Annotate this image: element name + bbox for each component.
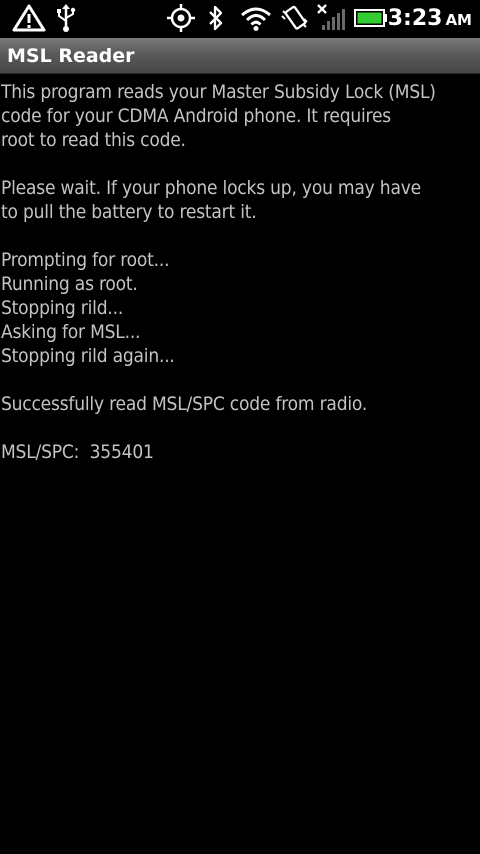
usb-icon: [54, 3, 78, 33]
wait-text: Please wait. If your phone locks up, you…: [1, 177, 421, 223]
msl-result-value: 355401: [89, 441, 154, 463]
wifi-icon: [240, 3, 272, 33]
gps-icon: [166, 3, 196, 33]
clock-ampm: AM: [445, 11, 472, 29]
log-line: Prompting for root...: [1, 249, 170, 271]
main-content: This program reads your Master Subsidy L…: [1, 80, 479, 464]
vibrate-icon: [280, 3, 310, 33]
msl-result: MSL/SPC: 355401: [1, 440, 479, 464]
log-line: Stopping rild again...: [1, 345, 175, 367]
clock-time: 3:23: [387, 6, 443, 31]
msl-result-label: MSL/SPC:: [1, 441, 80, 463]
log-line: Running as root.: [1, 273, 138, 295]
intro-text: This program reads your Master Subsidy L…: [1, 81, 436, 151]
log-line: Stopping rild...: [1, 297, 124, 319]
app-title: MSL Reader: [7, 45, 135, 67]
bluetooth-icon: [206, 3, 226, 33]
status-bar: 3:23 AM: [0, 0, 480, 38]
no-signal-icon: [316, 3, 348, 33]
battery-icon: [354, 3, 388, 33]
success-text: Successfully read MSL/SPC code from radi…: [1, 393, 368, 415]
status-clock: 3:23 AM: [388, 4, 472, 34]
log-line: Asking for MSL...: [1, 321, 141, 343]
warning-icon: [12, 3, 46, 33]
app-title-bar: MSL Reader: [0, 38, 480, 74]
